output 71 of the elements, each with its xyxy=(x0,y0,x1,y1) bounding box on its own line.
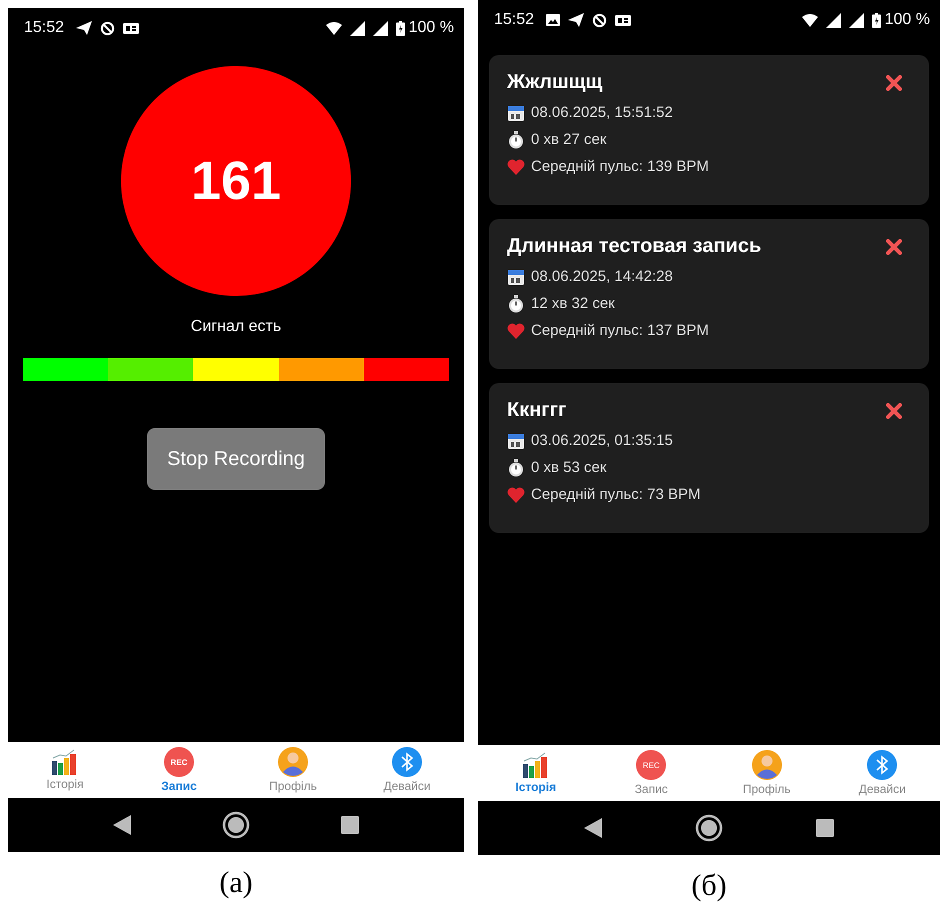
heart-icon xyxy=(507,158,525,174)
calendar-icon xyxy=(507,432,525,450)
paper-plane-icon xyxy=(568,13,584,27)
nav-tab[interactable]: Профіль xyxy=(709,745,824,801)
nav-tab[interactable]: Девайси xyxy=(824,745,940,801)
ring-icon xyxy=(592,12,608,28)
bluetooth-icon xyxy=(392,747,422,777)
rec-icon: REC xyxy=(164,747,194,777)
avatar-icon xyxy=(278,747,308,777)
rec-icon: REC xyxy=(636,750,666,780)
stop-recording-button[interactable]: Stop Recording xyxy=(147,428,325,490)
status-time: 15:52 xyxy=(494,11,534,29)
nav-tab[interactable]: Профіль xyxy=(236,742,350,798)
nav-tab[interactable]: Історія xyxy=(478,745,594,801)
wifi-icon xyxy=(802,14,818,26)
overview-icon[interactable] xyxy=(340,816,359,834)
stopwatch-icon xyxy=(507,130,525,148)
back-icon[interactable] xyxy=(584,818,602,838)
status-time: 15:52 xyxy=(24,19,64,37)
record-date: 08.06.2025, 15:51:52 xyxy=(531,104,673,121)
wifi-icon xyxy=(326,22,342,34)
stopwatch-icon xyxy=(507,294,525,312)
record-title: Ккнггг xyxy=(507,399,566,422)
figure-caption: (б) xyxy=(690,869,728,903)
record-duration: 0 хв 53 сек xyxy=(531,459,606,476)
heart-icon xyxy=(507,486,525,502)
battery-icon xyxy=(396,20,405,36)
nav-tab[interactable]: REC Запис xyxy=(594,745,709,801)
home-icon[interactable] xyxy=(694,814,723,842)
signal-icon xyxy=(350,20,365,36)
ring-icon xyxy=(100,20,116,36)
signal-icon xyxy=(848,12,864,28)
record-duration: 12 хв 32 сек xyxy=(531,295,615,312)
nav-tab[interactable]: REC Запис xyxy=(122,742,236,798)
close-icon[interactable] xyxy=(885,238,903,256)
figure-caption: (а) xyxy=(218,866,254,900)
signal-icon xyxy=(826,12,841,28)
record-pulse: Середній пульс: 139 BPM xyxy=(531,158,709,175)
battery-percent: 100 % xyxy=(884,11,930,29)
overview-icon[interactable] xyxy=(816,819,834,837)
bluetooth-icon xyxy=(867,750,898,780)
stopwatch-icon xyxy=(507,458,525,476)
image-icon xyxy=(546,14,560,26)
record-pulse: Середній пульс: 137 BPM xyxy=(531,322,709,339)
close-icon[interactable] xyxy=(885,402,903,420)
record-card[interactable]: Ккнггг 03.06.2025, 01:35:15 0 хв 53 сек Середній пульс: 73 BPM xyxy=(489,383,929,533)
battery-icon xyxy=(872,12,881,28)
record-card[interactable]: Жжлшщщ 08.06.2025, 15:51:52 0 хв 27 сек Середній пульс: 139 BPM xyxy=(489,55,929,205)
home-icon[interactable] xyxy=(222,811,250,839)
pulse-value: 161 xyxy=(190,150,282,212)
close-icon[interactable] xyxy=(885,74,903,92)
nav-tab[interactable]: Історія xyxy=(8,742,122,798)
record-pulse: Середній пульс: 73 BPM xyxy=(531,486,700,503)
signal-status: Сигнал есть xyxy=(190,318,282,336)
battery-percent: 100 % xyxy=(408,19,454,37)
signal-icon xyxy=(372,20,388,36)
back-icon[interactable] xyxy=(113,815,132,835)
record-title: Жжлшщщ xyxy=(507,71,602,94)
calendar-icon xyxy=(507,104,525,122)
heart-icon xyxy=(507,322,525,338)
record-card[interactable]: Длинная тестовая запись 08.06.2025, 14:42:28 12 хв 32 сек Середній пульс: 137 BPM xyxy=(489,219,929,369)
record-date: 08.06.2025, 14:42:28 xyxy=(531,268,673,285)
card-icon xyxy=(123,22,140,34)
record-duration: 0 хв 27 сек xyxy=(531,131,606,148)
paper-plane-icon xyxy=(76,21,92,35)
calendar-icon xyxy=(507,268,525,286)
record-title: Длинная тестовая запись xyxy=(507,235,762,258)
record-date: 03.06.2025, 01:35:15 xyxy=(531,432,673,449)
card-icon xyxy=(615,14,632,26)
avatar-icon xyxy=(752,750,782,780)
nav-tab[interactable]: Девайси xyxy=(350,742,464,798)
